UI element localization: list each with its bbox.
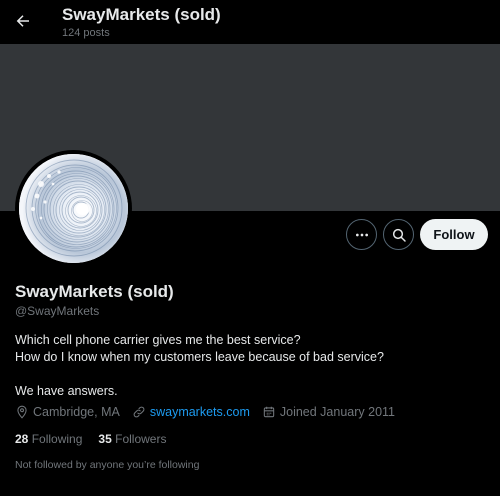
avatar[interactable] — [15, 150, 132, 267]
following-label: Following — [31, 432, 83, 446]
more-horizontal-icon — [355, 233, 368, 236]
search-profile-button[interactable] — [383, 219, 414, 250]
website[interactable]: swaymarkets.com — [132, 405, 250, 419]
followed-by-note: Not followed by anyone you’re following — [15, 459, 200, 471]
following-count: 28 — [15, 432, 29, 446]
bio-line: How do I know when my customers leave be… — [15, 350, 384, 364]
following-link[interactable]: 28 Following — [15, 432, 82, 446]
more-options-button[interactable] — [346, 219, 377, 250]
bio-line: We have answers. — [15, 384, 118, 398]
link-icon — [133, 406, 145, 418]
website-link[interactable]: swaymarkets.com — [150, 405, 250, 419]
header-title: SwayMarkets (sold) — [62, 5, 221, 24]
avatar-swirl-image — [19, 154, 128, 263]
follow-button[interactable]: Follow — [420, 219, 488, 250]
bio-line: Which cell phone carrier gives me the be… — [15, 333, 301, 347]
top-bar: SwayMarkets (sold) 124 posts — [0, 0, 500, 44]
back-button[interactable] — [8, 6, 38, 36]
profile-handle: @SwayMarkets — [15, 304, 100, 318]
location-text: Cambridge, MA — [33, 405, 120, 419]
search-icon — [392, 228, 406, 242]
joined-text: Joined January 2011 — [279, 405, 396, 419]
profile-bio: Which cell phone carrier gives me the be… — [15, 332, 384, 400]
followers-count: 35 — [98, 432, 112, 446]
followers-label: Followers — [115, 432, 167, 446]
followers-link[interactable]: 35 Followers — [98, 432, 166, 446]
follow-stats: 28 Following 35 Followers — [15, 432, 182, 446]
profile-name: SwayMarkets (sold) — [15, 282, 174, 301]
arrow-left-icon — [16, 15, 29, 27]
location-pin-icon — [17, 405, 27, 419]
join-date: Joined January 2011 — [262, 405, 395, 419]
profile-meta: Cambridge, MA swaymarkets.com Joined Jan… — [15, 405, 407, 419]
calendar-icon — [263, 406, 275, 418]
location: Cambridge, MA — [15, 405, 120, 419]
bio-line — [15, 366, 384, 383]
post-count: 124 posts — [62, 27, 110, 39]
